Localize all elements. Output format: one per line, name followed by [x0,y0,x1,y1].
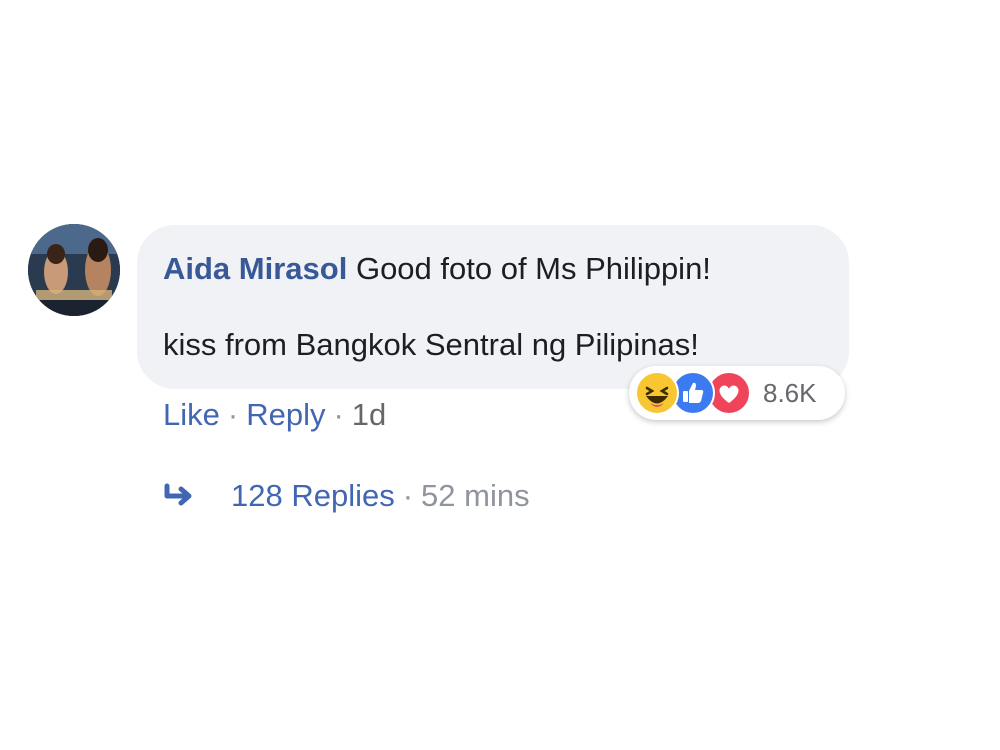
replies-time: 52 mins [421,478,530,513]
replies-row[interactable]: 128 Replies · 52 mins [163,476,530,516]
comment-line-1: Aida Mirasol Good foto of Ms Philippin! [163,247,821,291]
reply-arrow-icon [164,483,192,506]
haha-icon [635,371,679,415]
comment-text-1: Good foto of Ms Philippin! [355,251,711,286]
comment-bubble: Aida Mirasol Good foto of Ms Philippin! … [137,225,849,389]
separator: · [227,397,239,432]
comment-text-2: kiss from Bangkok Sentral ng Pilipinas! [163,327,699,362]
reactions-summary[interactable]: 8.6K [629,366,845,420]
reaction-count: 8.6K [763,377,817,408]
avatar-image [28,224,120,316]
separator: · [333,397,344,432]
view-replies-link[interactable]: 128 Replies [231,476,395,516]
author-name[interactable]: Aida Mirasol [163,251,347,286]
avatar[interactable] [28,224,120,316]
like-link[interactable]: Like [163,397,220,432]
comment-time[interactable]: 1d [352,397,386,432]
comment-actions: Like · Reply · 1d [163,395,386,435]
reply-link[interactable]: Reply [246,397,325,432]
separator: · [402,478,414,513]
